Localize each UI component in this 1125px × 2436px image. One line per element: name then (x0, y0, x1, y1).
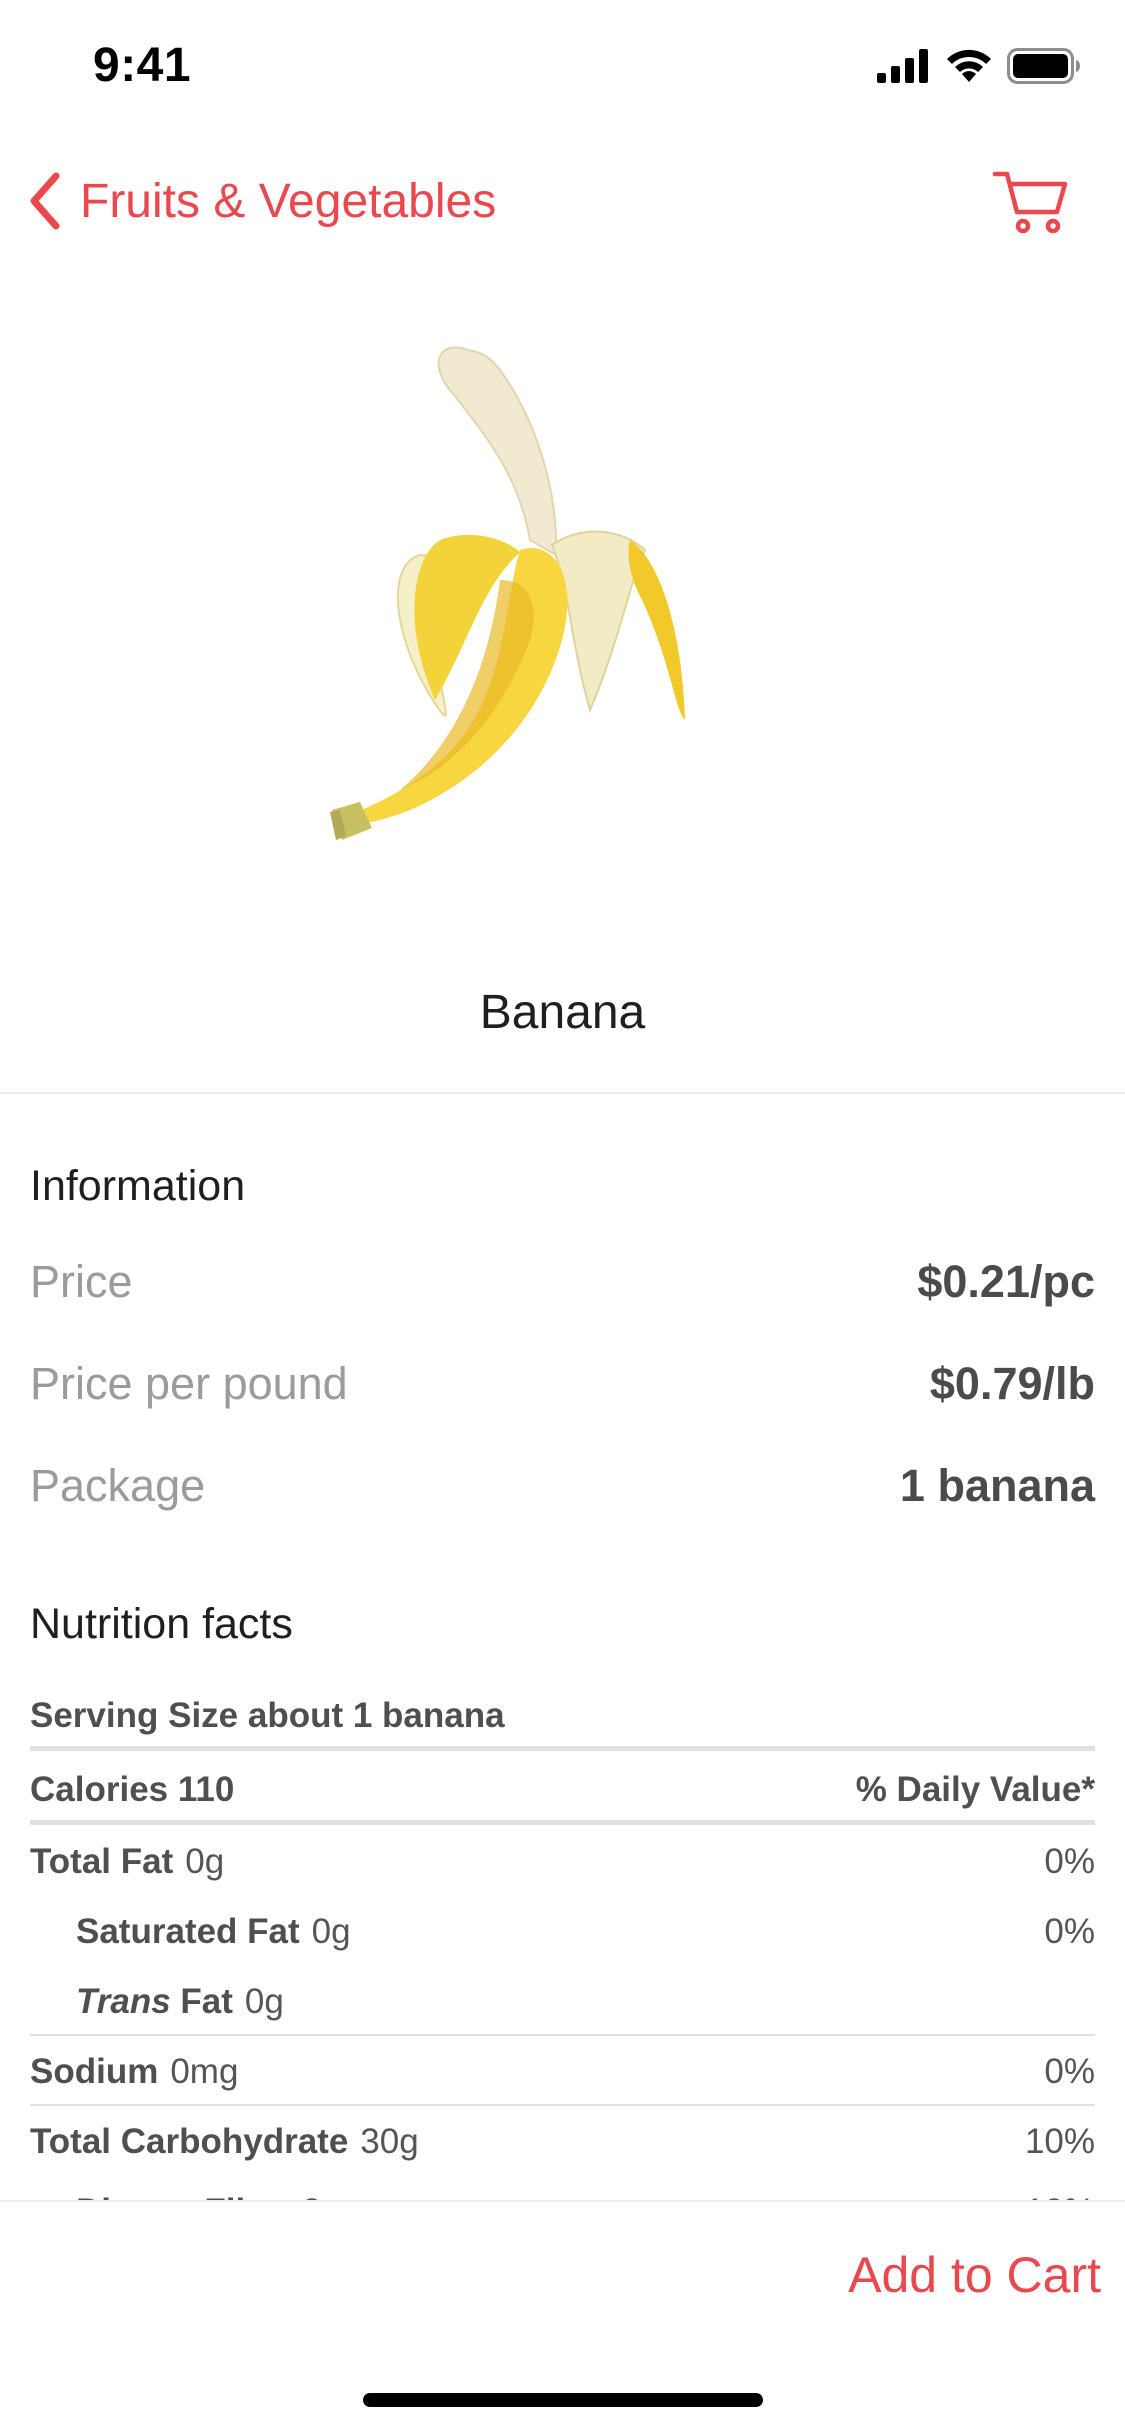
info-label: Price (30, 1256, 133, 1307)
nutrient-percent: 0% (1044, 1842, 1095, 1881)
nutrient-name-italic: Trans (76, 1982, 171, 2021)
status-bar: 9:41 (0, 0, 1125, 132)
back-label: Fruits & Vegetables (80, 174, 497, 228)
chevron-left-icon (30, 172, 60, 230)
peeled-banana-image (330, 346, 685, 840)
nutrient-name: Saturated Fat (76, 1912, 300, 1951)
nutrient-row-total-carbohydrate: Total Carbohydrate 30g 10% (30, 2122, 1095, 2162)
home-indicator[interactable] (363, 2393, 763, 2407)
nutrient-amount: 30g (360, 2122, 419, 2161)
nutrition-title: Nutrition facts (30, 1600, 293, 1648)
info-label: Price per pound (30, 1358, 348, 1409)
info-value: $0.21/pc (917, 1256, 1095, 1307)
info-row-package: Package 1 banana (30, 1460, 1095, 1512)
info-row-price: Price $0.21/pc (30, 1256, 1095, 1308)
rule-thin (30, 2034, 1095, 2036)
nutrient-amount: 0g (185, 1842, 225, 1881)
nutrient-row-total-fat: Total Fat 0g 0% (30, 1842, 1095, 1882)
daily-value-header: % Daily Value* (855, 1770, 1095, 1809)
wifi-icon (947, 49, 991, 82)
nutrient-percent: 10% (1024, 2122, 1095, 2161)
nutrient-row-trans-fat: Trans Fat 0g (76, 1982, 1095, 2022)
status-time: 9:41 (93, 39, 192, 92)
rule-thick (30, 1746, 1095, 1751)
product-name: Banana (479, 986, 646, 1039)
nutrient-name: Sodium (30, 2052, 159, 2091)
calories-row: Calories 110 % Daily Value* (30, 1770, 1095, 1810)
navigation-bar: Fruits & Vegetables (0, 150, 1125, 250)
rule-thin (30, 2104, 1095, 2106)
info-row-price-per-pound: Price per pound $0.79/lb (30, 1358, 1095, 1410)
info-label: Package (30, 1460, 206, 1511)
serving-size-text: Serving Size about 1 banana (30, 1696, 505, 1735)
nutrient-name: Total Fat (30, 1842, 174, 1881)
nutrient-amount: 0g (244, 1982, 284, 2021)
back-button[interactable]: Fruits & Vegetables (24, 170, 496, 232)
info-value: 1 banana (899, 1460, 1095, 1511)
divider (0, 1092, 1125, 1094)
nutrient-name: Fat (170, 1982, 233, 2021)
nutrient-amount: 0g (311, 1912, 351, 1951)
info-value: $0.79/lb (929, 1358, 1095, 1409)
serving-size: Serving Size about 1 banana (30, 1696, 1095, 1736)
nutrient-row-sodium: Sodium 0mg 0% (30, 2052, 1095, 2092)
product-detail-screen: 9:41 Fruits & Vegetables Banana Informat… (0, 0, 1125, 2436)
nutrient-row-saturated-fat: Saturated Fat 0g 0% (76, 1912, 1095, 1952)
scroll-clip: Dietary Fiber3g 10% (0, 2180, 1125, 2202)
nutrient-percent: 0% (1044, 1912, 1095, 1951)
shopping-cart-icon[interactable] (991, 166, 1071, 238)
nutrient-percent: 0% (1044, 2052, 1095, 2091)
information-title: Information (30, 1162, 246, 1210)
add-to-cart-button[interactable]: Add to Cart (848, 2246, 1101, 2304)
nutrient-amount: 0mg (170, 2052, 239, 2091)
rule-thick (30, 1820, 1095, 1825)
calories-label: Calories 110 (30, 1770, 235, 1809)
battery-icon (1007, 48, 1080, 84)
cellular-signal-icon (877, 49, 928, 83)
nutrient-name: Total Carbohydrate (30, 2122, 349, 2161)
status-icons (877, 48, 1081, 84)
